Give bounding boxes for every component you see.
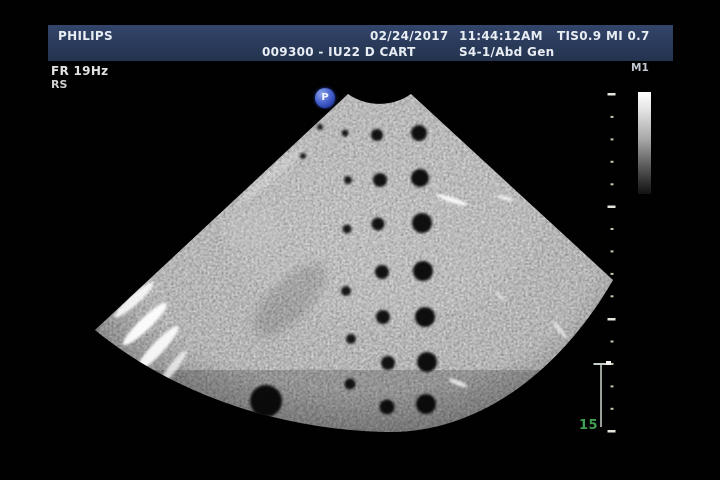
orientation-label: RS — [51, 78, 67, 91]
exam-date: 02/24/2017 — [370, 29, 449, 43]
gray-map-label: M1 — [631, 62, 649, 74]
tis-value: TIS0.9 — [557, 29, 601, 43]
grayscale-bar — [638, 92, 651, 194]
exam-time: 11:44:12AM — [459, 29, 543, 43]
header-bar: PHILIPS 02/24/2017 11:44:12AM TIS0.9 MI … — [48, 25, 673, 61]
sector-image — [80, 70, 625, 450]
machine-id: 009300 - IU22 D CART — [262, 45, 416, 59]
frame-rate-label: FR 19Hz — [51, 64, 108, 78]
depth-scale — [608, 93, 616, 433]
depth-value-label: 15 — [579, 418, 598, 433]
mi-value: MI 0.7 — [606, 29, 650, 43]
philips-logo: PHILIPS — [58, 29, 113, 43]
probe-preset: S4-1/Abd Gen — [459, 45, 554, 59]
ultrasound-screen: PHILIPS 02/24/2017 11:44:12AM TIS0.9 MI … — [0, 0, 720, 480]
probe-orientation-marker: P — [315, 88, 335, 108]
